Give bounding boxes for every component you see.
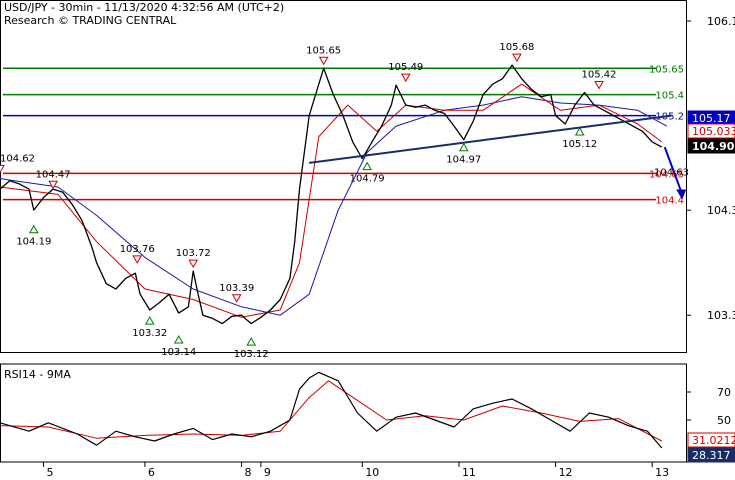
- swing-high-label: 103.39: [219, 283, 254, 294]
- level-label: 105.4: [655, 91, 684, 102]
- rsi-panel-title: RSI14 - 9MA: [4, 368, 71, 381]
- swing-low-marker: [28, 224, 39, 234]
- time-axis-label: 8: [245, 466, 252, 479]
- price-tag-label: 105.17: [692, 112, 731, 125]
- time-axis-label: 9: [264, 466, 271, 479]
- time-axis-label: 10: [365, 466, 379, 479]
- swing-high-marker: [512, 53, 522, 63]
- rsi-value-tag-label: 28.317: [692, 449, 731, 462]
- swing-high-marker: [231, 294, 242, 303]
- time-axis-label: 11: [462, 466, 476, 479]
- swing-high-label: 105.42: [582, 69, 617, 80]
- swing-high-marker: [594, 80, 604, 90]
- chart-canvas: 106.1 104.3 103.3 5 6 89 10 11 12 13 105.65 105.4 10…: [0, 0, 735, 479]
- time-axis-label: 13: [655, 466, 669, 479]
- level-label: 104.4: [655, 196, 684, 207]
- swing-high-marker: [132, 255, 143, 264]
- swing-low-marker: [173, 335, 184, 344]
- swing-high-label: 104.47: [36, 169, 71, 180]
- swing-low-marker: [246, 337, 257, 346]
- swing-high-label: 105.49: [388, 62, 423, 73]
- level-label: 105.65: [649, 64, 684, 75]
- swing-high-label: 103.76: [120, 244, 155, 255]
- swing-low-marker: [362, 161, 373, 171]
- price-axis-label: 106.1: [707, 15, 735, 28]
- rsi-axis-label: 50: [717, 414, 731, 427]
- swing-high-label: 105.68: [499, 42, 534, 53]
- swing-high-label: 104.62: [0, 154, 35, 165]
- swing-low-label: 103.14: [161, 347, 196, 358]
- price-axis-label: 103.3: [707, 309, 735, 322]
- swing-low-label: 103.12: [234, 349, 269, 360]
- swing-high-label: 105.65: [306, 45, 341, 56]
- swing-high-marker: [48, 180, 59, 190]
- chart-source: Research © TRADING CENTRAL: [4, 14, 177, 27]
- rsi-axis-label: 70: [717, 386, 731, 399]
- swing-low-label: 105.12: [562, 139, 597, 150]
- rsi-panel-frame: [0, 363, 687, 463]
- swing-high-marker: [318, 56, 329, 66]
- swing-low-label: 104.97: [446, 155, 481, 166]
- swing-low-marker: [144, 316, 155, 325]
- price-panel-frame: [0, 0, 687, 353]
- swing-low-label: 104.19: [16, 237, 51, 248]
- price-axis-label: 104.3: [707, 204, 735, 217]
- moving-average-fast-line: [0, 83, 663, 318]
- time-axis-label: 12: [559, 466, 573, 479]
- rsi-value-tag-label: 31.0212: [692, 434, 735, 447]
- price-tag-label: 105.033: [692, 125, 735, 138]
- swing-low-marker: [574, 126, 585, 136]
- time-axis-label: 6: [148, 466, 155, 479]
- time-axis-label: 5: [46, 466, 53, 479]
- swing-high-marker: [0, 165, 5, 174]
- swing-low-label: 104.79: [350, 174, 385, 185]
- swing-high-marker: [188, 259, 199, 269]
- swing-low-marker: [458, 142, 469, 152]
- swing-low-label: 103.32: [132, 328, 167, 339]
- rsi-ma-line: [0, 380, 663, 442]
- price-tag-label: 104.901: [692, 140, 735, 153]
- swing-high-marker: [400, 73, 411, 83]
- support-trendline: [309, 114, 672, 164]
- swing-high-label: 103.72: [176, 248, 211, 259]
- price-line: [0, 64, 663, 325]
- chart-title: USD/JPY - 30min - 11/13/2020 4:32:56 AM …: [4, 1, 285, 14]
- projection-label: 104.63: [654, 167, 689, 178]
- rsi-line: [0, 371, 663, 449]
